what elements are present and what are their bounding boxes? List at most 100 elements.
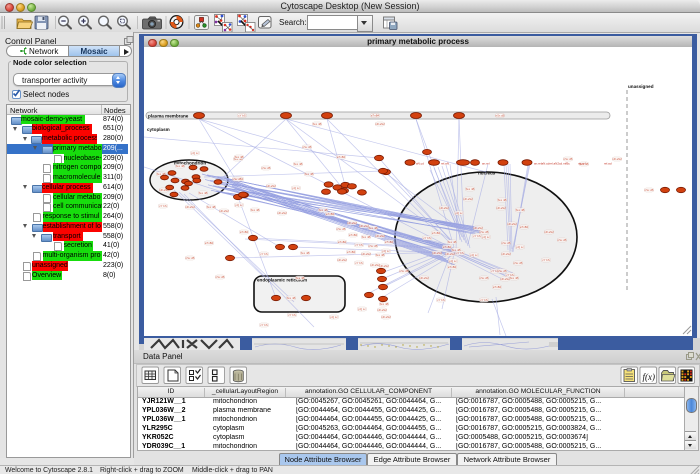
svg-text:nSx cB: nSx cB (303, 145, 312, 149)
svg-text:xR aN2: xR aN2 (347, 221, 357, 225)
svg-text:aTnB4: aTnB4 (349, 233, 358, 237)
svg-text:pQ Lc: pQ Lc (191, 151, 199, 155)
svg-text:pQ Lc: pQ Lc (470, 253, 478, 257)
svg-text:xR aN2: xR aN2 (501, 252, 511, 256)
svg-text:nSx cB: nSx cB (186, 256, 195, 260)
svg-text:nSx cB: nSx cB (502, 241, 511, 245)
svg-text:Sxx nB: Sxx nB (516, 208, 525, 212)
svg-text:nSx cB: nSx cB (216, 275, 225, 279)
svg-text:xR aN2: xR aN2 (507, 222, 517, 226)
svg-text:pQ Lc: pQ Lc (449, 259, 457, 263)
svg-text:rel.aN: rel.aN (441, 162, 449, 166)
svg-text:Sxx nB: Sxx nB (498, 198, 507, 202)
svg-text:f(x): f(x) (643, 372, 656, 382)
svg-text:aTnB4: aTnB4 (432, 231, 441, 235)
svg-text:pQ Lc: pQ Lc (292, 186, 300, 190)
svg-text:Sxx nB: Sxx nB (362, 235, 371, 239)
svg-text:aTnB4: aTnB4 (371, 114, 380, 118)
svg-text:nSx cB: nSx cB (369, 244, 378, 248)
svg-text:xR aN2: xR aN2 (375, 234, 385, 238)
svg-text:Sxx nB: Sxx nB (369, 226, 378, 230)
svg-text:xR aN2: xR aN2 (337, 258, 347, 262)
svg-text:aTnB4: aTnB4 (337, 155, 346, 159)
svg-text:aTnB4: aTnB4 (493, 285, 502, 289)
svg-text:xR aN2: xR aN2 (381, 315, 391, 319)
svg-text:xR aN2: xR aN2 (185, 205, 195, 209)
svg-text:nSx cB: nSx cB (480, 230, 489, 234)
svg-text:xR aN2: xR aN2 (496, 206, 506, 210)
svg-text:aTnB4: aTnB4 (240, 230, 249, 234)
svg-text:Sxx nB: Sxx nB (380, 302, 389, 306)
svg-text:nSx cB: nSx cB (233, 177, 242, 181)
svg-text:Sxx nB: Sxx nB (313, 122, 322, 126)
svg-text:cY bS: cY bS (288, 313, 296, 317)
svg-text:an.relaN.cdrel.aN2cd.mfBc: an.relaN.cdrel.aN2cd.mfBc (534, 162, 570, 166)
svg-text:nSx cB: nSx cB (400, 269, 409, 273)
svg-text:nSx cB: nSx cB (558, 238, 567, 242)
svg-text:cY bS: cY bS (260, 323, 268, 327)
svg-text:Sxx nB: Sxx nB (176, 164, 185, 168)
svg-text:nSx cB: nSx cB (514, 261, 523, 265)
svg-text:nSx cB: nSx cB (496, 114, 505, 118)
svg-text:Sxx nB: Sxx nB (251, 208, 260, 212)
svg-text:cY bS: cY bS (238, 114, 246, 118)
svg-text:cY bS: cY bS (542, 258, 550, 262)
svg-text:Sxx nB: Sxx nB (296, 276, 305, 280)
svg-text:xR aN2: xR aN2 (266, 184, 276, 188)
svg-text:pQ Lc: pQ Lc (358, 307, 366, 311)
svg-text:Sxx nB: Sxx nB (448, 240, 457, 244)
svg-text:aTnB4: aTnB4 (520, 225, 529, 229)
svg-text:cY bS: cY bS (260, 252, 268, 256)
svg-text:nSx cB: nSx cB (480, 276, 489, 280)
svg-text:aTnB4: aTnB4 (443, 245, 452, 249)
svg-text:aTnB4: aTnB4 (338, 240, 347, 244)
svg-text:cY bS: cY bS (355, 261, 363, 265)
svg-text:aN.cd: aN.cd (416, 162, 424, 166)
svg-text:pQ Lc: pQ Lc (382, 249, 390, 253)
svg-text:xR aN2: xR aN2 (439, 206, 449, 210)
svg-text:xR aN2: xR aN2 (375, 122, 385, 126)
svg-text:xR aN2: xR aN2 (432, 251, 442, 255)
svg-text:nSx cB: nSx cB (645, 188, 654, 192)
svg-text:aTnB4: aTnB4 (385, 240, 394, 244)
svg-text:xR aN2: xR aN2 (612, 157, 622, 161)
svg-text:plasma membrane: plasma membrane (148, 114, 189, 119)
svg-text:pQ Lc: pQ Lc (330, 315, 338, 319)
svg-text:aTnB4: aTnB4 (326, 212, 335, 216)
svg-text:Sxx nB: Sxx nB (207, 205, 216, 209)
svg-text:Sxx nB: Sxx nB (235, 155, 244, 159)
svg-text:nSx cB: nSx cB (262, 166, 271, 170)
svg-text:pQ Lc: pQ Lc (235, 203, 243, 207)
svg-text:pQ Lc: pQ Lc (455, 211, 463, 215)
svg-text:cytoplasm: cytoplasm (147, 127, 170, 132)
svg-text:aTnB4: aTnB4 (347, 250, 356, 254)
svg-text:Sxx nB: Sxx nB (376, 253, 385, 257)
svg-text:xR aN2: xR aN2 (463, 197, 473, 201)
svg-text:aTnB4: aTnB4 (205, 241, 214, 245)
svg-text:an.rel: an.rel (482, 162, 490, 166)
svg-text:pQ Lc: pQ Lc (482, 235, 490, 239)
svg-text:cY bS: cY bS (423, 236, 431, 240)
svg-text:xR aN2: xR aN2 (544, 230, 554, 234)
svg-text:xR aN2: xR aN2 (377, 308, 387, 312)
svg-text:xR aN2: xR aN2 (419, 276, 429, 280)
svg-text:cY bS: cY bS (355, 243, 363, 247)
svg-text:nSx cB: nSx cB (498, 269, 507, 273)
svg-text:cY bS: cY bS (437, 298, 445, 302)
svg-text:xR aN2: xR aN2 (277, 211, 287, 215)
svg-text:Sxx nB: Sxx nB (466, 187, 475, 191)
svg-text:xR aN2: xR aN2 (379, 264, 389, 268)
svg-text:xR aN2: xR aN2 (445, 252, 455, 256)
svg-text:nSx cB: nSx cB (337, 227, 346, 231)
svg-text:xR aN2: xR aN2 (361, 252, 371, 256)
svg-text:xR aN2: xR aN2 (219, 209, 229, 213)
svg-text:aTnB4: aTnB4 (448, 265, 457, 269)
svg-text:unassigned: unassigned (628, 84, 654, 89)
svg-text:pQ Lc: pQ Lc (516, 245, 524, 249)
svg-text:Sxx nB: Sxx nB (510, 276, 519, 280)
svg-text:cY bS: cY bS (456, 251, 464, 255)
svg-text:nSx cB: nSx cB (564, 157, 573, 161)
svg-text:cY bS: cY bS (159, 204, 167, 208)
svg-text:no.rel: no.rel (578, 162, 586, 166)
svg-text:rel.ad: rel.ad (604, 162, 612, 166)
